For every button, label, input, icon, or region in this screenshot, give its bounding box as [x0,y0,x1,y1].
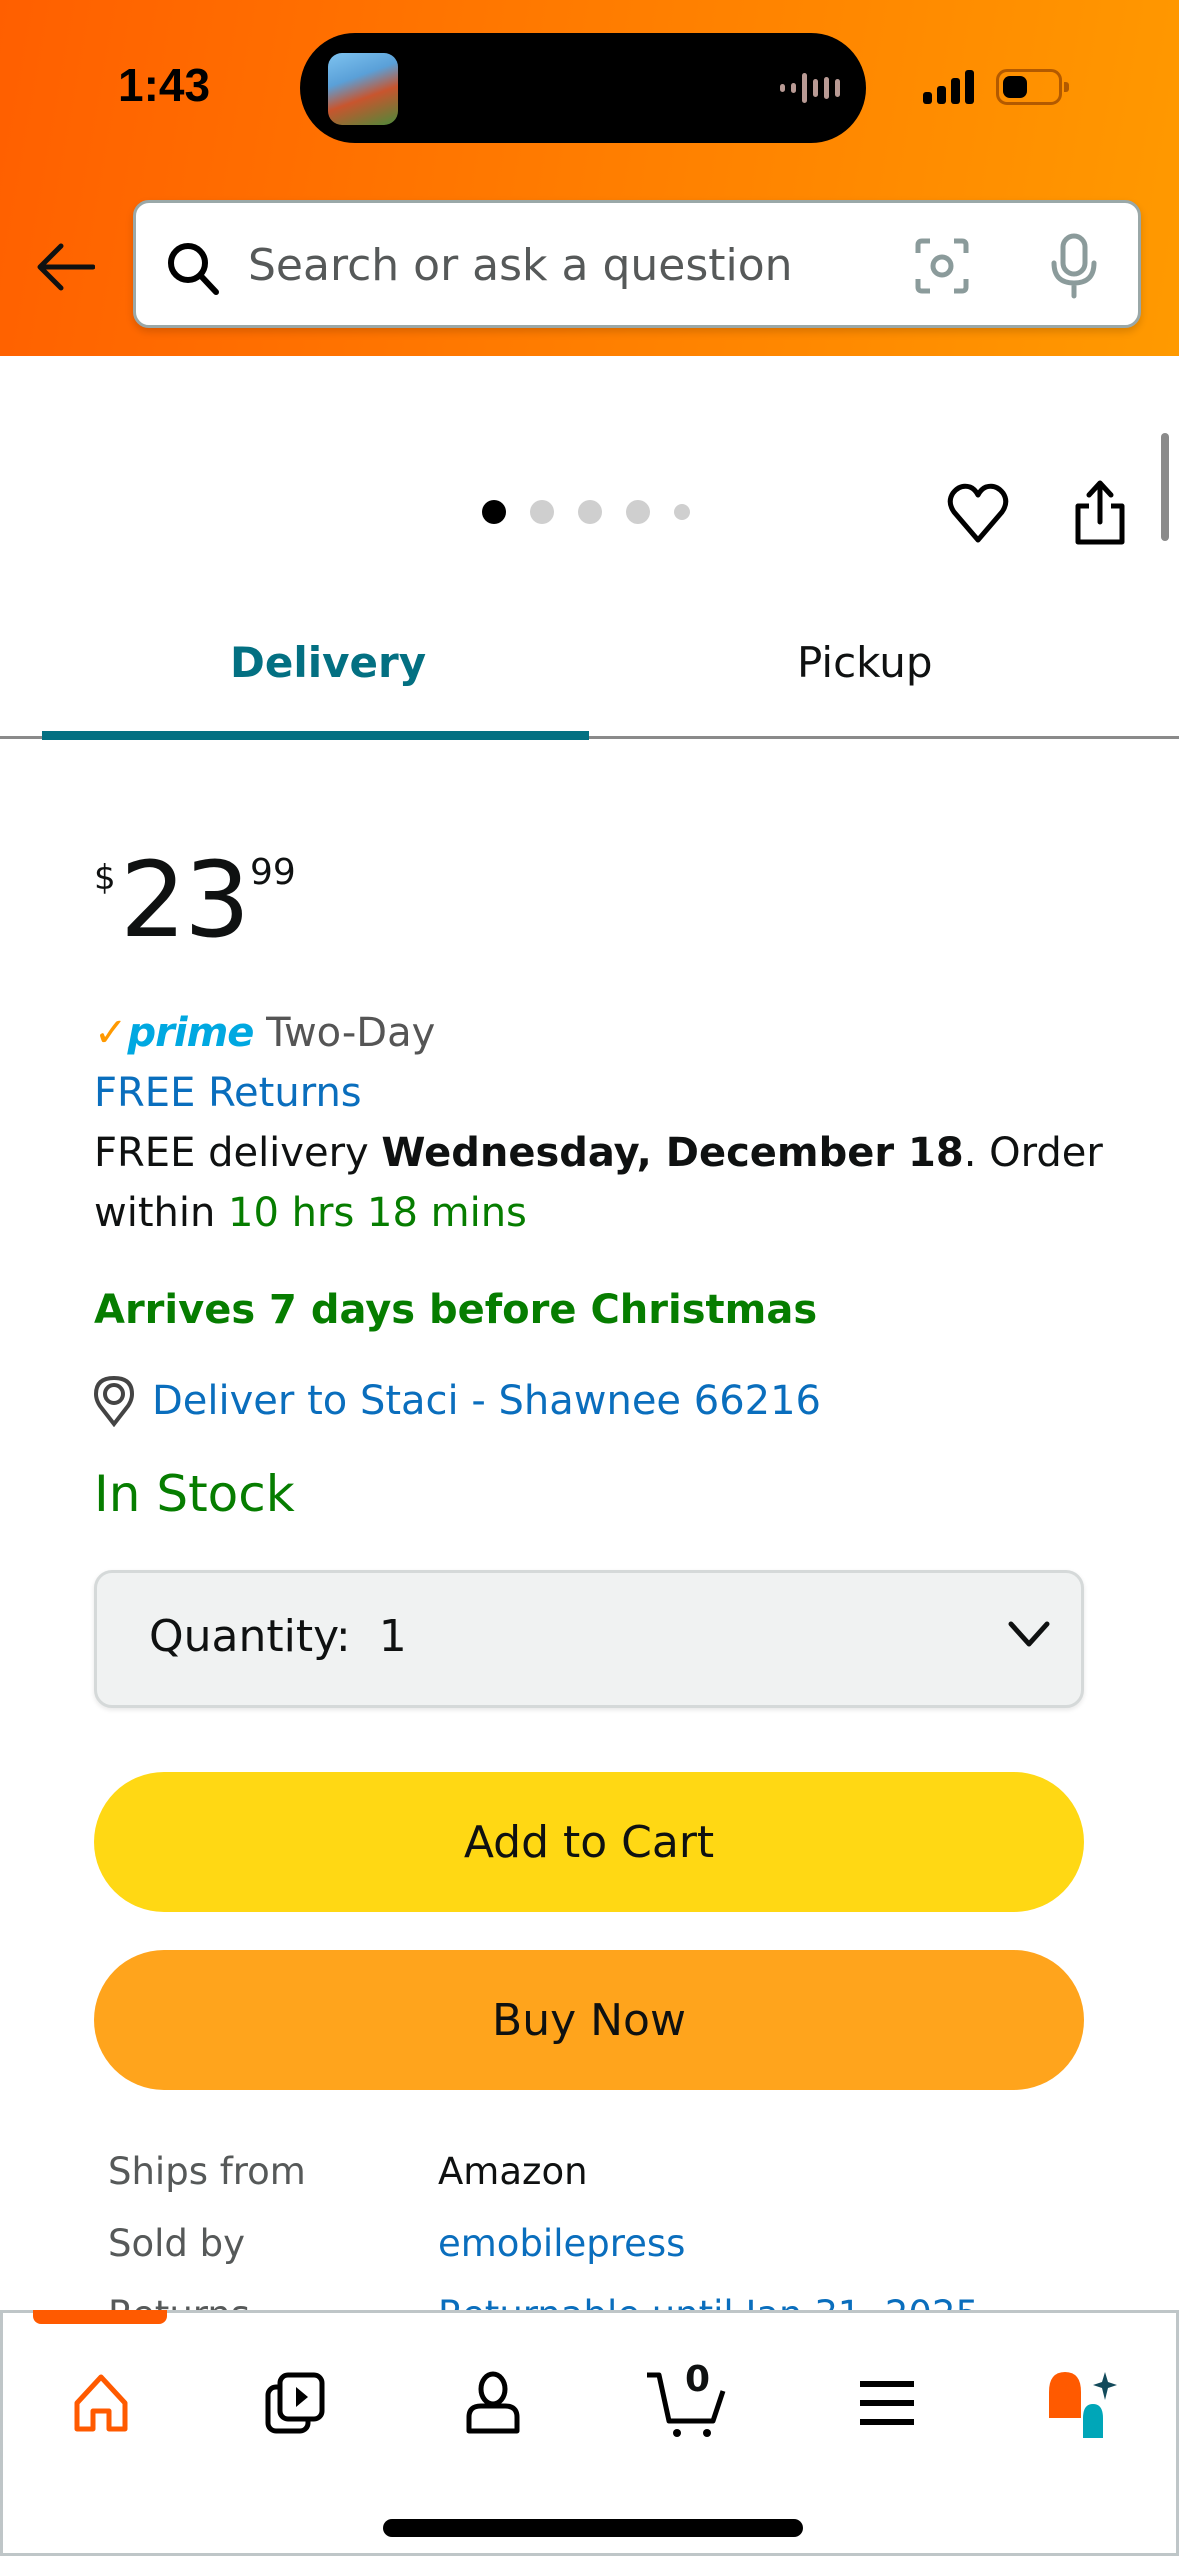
nav-menu[interactable] [837,2353,937,2453]
price-fraction: 99 [250,852,296,893]
deliver-to-link[interactable]: Deliver to Staci - Shawnee 66216 [94,1375,821,1427]
tab-delivery[interactable]: Delivery [230,638,426,687]
quantity-label: Quantity: 1 [149,1611,407,1662]
nav-account[interactable] [443,2353,543,2453]
order-within-label: within [94,1190,229,1236]
rufus-ai-icon [1049,2372,1117,2438]
nav-cart[interactable]: 0 [639,2353,739,2453]
buy-now-button[interactable]: Buy Now [94,1950,1084,2090]
home-indicator[interactable] [383,2519,803,2537]
carousel-dot[interactable] [482,500,506,524]
share-icon[interactable] [1072,478,1128,546]
audio-waveform-icon [780,73,840,103]
returns-row: Returns Returnable until Jan 31, 2025 [0,2275,1179,2313]
add-to-cart-button[interactable]: Add to Cart [94,1772,1084,1912]
battery-icon [996,69,1069,105]
location-pin-icon [94,1375,134,1427]
sold-by-label: Sold by [108,2222,246,2265]
home-icon [74,2374,128,2432]
person-icon [466,2371,520,2434]
page-scrollbar[interactable] [1161,433,1169,541]
stock-status: In Stock [94,1465,295,1523]
carousel-dot[interactable] [530,500,554,524]
prime-check-icon: ✓ [94,1010,128,1056]
active-tab-indicator [42,731,589,740]
price-whole: 23 [120,839,250,961]
search-icon [168,243,219,295]
quantity-select[interactable]: Quantity: 1 [94,1570,1084,1708]
search-bar[interactable] [133,200,1141,328]
status-time: 1:43 [118,59,211,111]
nav-home[interactable] [51,2353,151,2453]
cellular-signal-icon [923,70,974,104]
free-returns-link[interactable]: FREE Returns [94,1063,362,1123]
christmas-note: Arrives 7 days before Christmas [94,1287,818,1333]
back-button[interactable] [30,232,100,302]
delivery-date: Wednesday, December 18 [381,1130,964,1176]
quantity-value: 1 [378,1611,407,1662]
carousel-dot[interactable] [674,504,690,520]
microphone-icon[interactable] [1046,233,1102,299]
seller-link[interactable]: emobilepress [438,2222,685,2265]
ships-from-label: Ships from [108,2150,306,2193]
carousel-dot[interactable] [626,500,650,524]
nav-active-indicator [33,2310,167,2324]
nav-rufus[interactable] [1033,2353,1133,2453]
prime-speed: Two-Day [266,1010,436,1056]
order-countdown: 10 hrs 18 mins [228,1190,527,1236]
chevron-down-icon [1008,1621,1050,1647]
prime-logo: prime [127,1010,255,1056]
now-playing-artwork [328,53,398,125]
delivery-prefix: FREE delivery [94,1130,382,1176]
tab-pickup[interactable]: Pickup [797,638,932,687]
price-currency: $ [94,858,116,898]
heart-icon[interactable] [946,482,1010,544]
delivery-suffix: . Order [963,1130,1103,1176]
cart-count-badge: 0 [685,2359,711,2400]
camera-scan-icon[interactable] [914,237,970,295]
fulfillment-tabs: Delivery Pickup [0,610,1179,740]
nav-inspire[interactable] [246,2353,346,2453]
bottom-nav: 0 [0,2310,1179,2556]
delivery-message: FREE delivery Wednesday, December 18. Or… [94,1123,1103,1183]
prime-badge: ✓prime Two-Day [94,1003,435,1063]
header: 1:43 [0,0,1179,356]
arrow-left-icon [37,243,95,291]
image-carousel-dots[interactable] [482,500,690,524]
ships-from-value: Amazon [438,2150,588,2193]
hamburger-icon [860,2381,914,2425]
video-stack-icon [265,2372,325,2434]
deliver-to-address[interactable]: Deliver to Staci - Shawnee 66216 [152,1378,821,1424]
search-input[interactable] [248,227,948,303]
carousel-dot[interactable] [578,500,602,524]
dynamic-island[interactable] [300,33,866,143]
order-within: within 10 hrs 18 mins [94,1183,527,1243]
